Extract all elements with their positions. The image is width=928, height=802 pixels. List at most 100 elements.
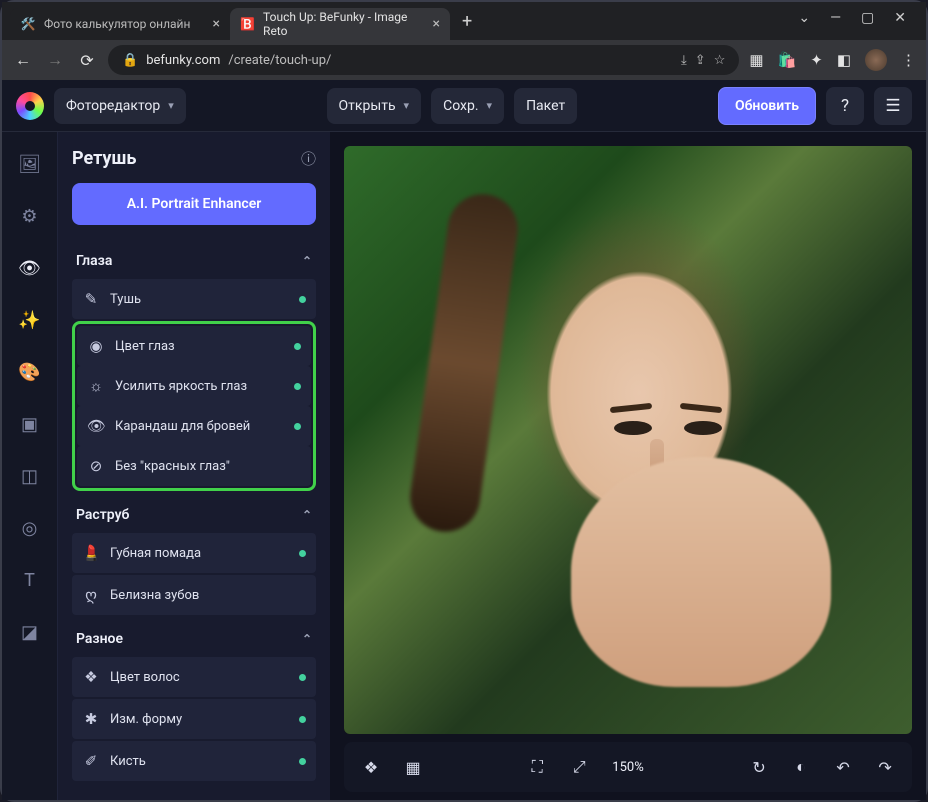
rail-effects-icon[interactable]: ✨ <box>14 304 46 336</box>
chevron-down-icon: ▾ <box>487 99 493 112</box>
back-button[interactable]: ← <box>12 50 34 70</box>
sidepanel-icon[interactable]: ◧ <box>837 51 851 69</box>
section-title: Глаза <box>76 253 112 269</box>
premium-dot-icon <box>299 550 306 557</box>
layers-icon[interactable]: ❖ <box>356 758 386 777</box>
tab-active[interactable]: 🅱️ Touch Up: BeFunky - Image Reto × <box>230 8 450 40</box>
brightness-icon: ☼ <box>87 377 105 395</box>
kebab-menu-icon[interactable]: ⋮ <box>901 51 916 69</box>
editor-mode-label: Фоторедактор <box>66 98 160 114</box>
batch-button[interactable]: Пакет <box>514 88 577 124</box>
section-header-mouth[interactable]: Раструб ⌃ <box>72 497 316 533</box>
rail-text-icon[interactable]: T <box>14 564 46 596</box>
ai-portrait-enhancer-button[interactable]: A.I. Portrait Enhancer <box>72 183 316 225</box>
section-header-misc[interactable]: Разное ⌃ <box>72 621 316 657</box>
tool-label: Губная помада <box>110 546 201 561</box>
save-dropdown[interactable]: Сохр. ▾ <box>431 88 504 124</box>
highlight-box: ◉ Цвет глаз ☼ Усилить яркость глаз 👁 Кар… <box>72 321 316 491</box>
befunky-logo[interactable] <box>16 92 44 120</box>
rail-sliders-icon[interactable]: ⚙ <box>14 200 46 232</box>
close-icon[interactable]: × <box>213 16 220 32</box>
tool-lipstick[interactable]: 💄 Губная помада <box>72 533 316 573</box>
tool-mascara[interactable]: ✎ Тушь <box>72 279 316 319</box>
app-toolbar: Фоторедактор ▾ Открыть ▾ Сохр. ▾ Пакет О… <box>2 80 926 132</box>
maximize-icon[interactable]: ▢ <box>861 10 874 26</box>
rail-image-icon[interactable]: 🖼 <box>14 148 46 180</box>
new-tab-button[interactable]: + <box>450 5 484 38</box>
star-icon[interactable]: ☆ <box>714 53 726 68</box>
editor-mode-dropdown[interactable]: Фоторедактор ▾ <box>54 88 186 124</box>
eyebrow-icon: 👁 <box>87 417 105 435</box>
tool-teeth-whiten[interactable]: ღ Белизна зубов <box>72 575 316 615</box>
compare-icon[interactable]: ◐ <box>786 757 816 777</box>
fit-icon[interactable]: ⤢ <box>564 757 594 777</box>
tool-brush[interactable]: ✐ Кисть <box>72 741 316 781</box>
tab-inactive[interactable]: 🛠️ Фото калькулятор онлайн × <box>10 8 230 40</box>
tool-rail: 🖼 ⚙ 👁 ✨ 🎨 ▣ ◫ ◎ T ◪ <box>2 132 58 800</box>
premium-dot-icon <box>294 343 301 350</box>
chevron-up-icon: ⌃ <box>302 508 312 522</box>
info-icon[interactable]: ⓘ <box>301 148 316 169</box>
close-icon[interactable]: × <box>433 16 440 32</box>
share-icon[interactable]: ⇪ <box>695 53 706 68</box>
tool-label: Цвет глаз <box>115 339 175 354</box>
menu-button[interactable]: ☰ <box>874 87 912 125</box>
extensions-puzzle-icon[interactable]: ✦ <box>810 51 823 69</box>
reload-button[interactable]: ⟳ <box>76 51 98 70</box>
update-label: Обновить <box>735 98 799 114</box>
rail-frames-icon[interactable]: ▣ <box>14 408 46 440</box>
hamburger-icon: ☰ <box>885 96 900 116</box>
befunky-favicon-icon: 🅱️ <box>240 16 255 32</box>
extension-shop-icon[interactable]: 🛍️ <box>778 51 797 69</box>
rail-graphics-icon[interactable]: ◫ <box>14 460 46 492</box>
fullscreen-icon[interactable]: ⛶ <box>522 757 552 777</box>
open-dropdown[interactable]: Открыть ▾ <box>327 88 422 124</box>
rail-touchup-icon[interactable]: 👁 <box>14 252 46 284</box>
chevron-up-icon: ⌃ <box>302 632 312 646</box>
lock-icon: 🔒 <box>122 53 138 68</box>
forward-button[interactable]: → <box>44 50 66 70</box>
reset-icon[interactable]: ↻ <box>744 758 774 777</box>
undo-icon[interactable]: ↶ <box>828 758 858 777</box>
tab-title: Фото калькулятор онлайн <box>44 17 190 31</box>
update-button[interactable]: Обновить <box>718 87 816 125</box>
tool-label: Изм. форму <box>110 712 182 727</box>
tool-label: Цвет волос <box>110 670 180 685</box>
canvas-area: ❖ ▦ ⛶ ⤢ 150% ↻ ◐ ↶ ↷ <box>330 132 926 800</box>
addressbar-actions: ▦ 🛍️ ✦ ◧ ⋮ <box>749 49 916 71</box>
rail-artsy-icon[interactable]: 🎨 <box>14 356 46 388</box>
tool-red-eye[interactable]: ⊘ Без "красных глаз" <box>77 446 311 486</box>
close-window-icon[interactable]: ✕ <box>894 10 906 26</box>
batch-label: Пакет <box>526 98 565 114</box>
tool-eyebrow-pencil[interactable]: 👁 Карандаш для бровей <box>77 406 311 446</box>
image-canvas[interactable] <box>344 146 912 734</box>
url-host: befunky.com <box>146 53 220 68</box>
tool-reshape[interactable]: ✱ Изм. форму <box>72 699 316 739</box>
brush-icon: ✐ <box>82 752 100 770</box>
section-header-eyes[interactable]: Глаза ⌃ <box>72 243 316 279</box>
help-button[interactable]: ? <box>826 87 864 125</box>
browser-addressbar: ← → ⟳ 🔒 befunky.com/create/touch-up/ ⤓ ⇪… <box>2 40 926 80</box>
tool-label: Белизна зубов <box>110 588 199 603</box>
url-input[interactable]: 🔒 befunky.com/create/touch-up/ ⤓ ⇪ ☆ <box>108 45 739 75</box>
no-red-eye-icon: ⊘ <box>87 457 105 475</box>
panel-header: Ретушь ⓘ <box>72 148 316 169</box>
install-app-icon[interactable]: ⤓ <box>681 53 687 68</box>
grid-icon[interactable]: ▦ <box>398 758 428 777</box>
touchup-panel: Ретушь ⓘ A.I. Portrait Enhancer Глаза ⌃ … <box>58 132 330 800</box>
chevron-down-icon[interactable]: ⌄ <box>798 10 810 26</box>
tool-label: Без "красных глаз" <box>115 459 230 474</box>
profile-avatar[interactable] <box>865 49 887 71</box>
rail-overlays-icon[interactable]: ◎ <box>14 512 46 544</box>
window-controls: ⌄ — ▢ ✕ <box>798 10 918 32</box>
section-misc: Разное ⌃ ❖ Цвет волос ✱ Изм. форму ✐ Кис… <box>72 621 316 781</box>
tool-eye-color[interactable]: ◉ Цвет глаз <box>77 326 311 366</box>
tool-eye-brighten[interactable]: ☼ Усилить яркость глаз <box>77 366 311 406</box>
tool-hair-color[interactable]: ❖ Цвет волос <box>72 657 316 697</box>
rail-textures-icon[interactable]: ◪ <box>14 616 46 648</box>
minimize-icon[interactable]: — <box>830 10 841 26</box>
redo-icon[interactable]: ↷ <box>870 758 900 777</box>
extension-icon[interactable]: ▦ <box>749 51 763 69</box>
section-mouth: Раструб ⌃ 💄 Губная помада ღ Белизна зубо… <box>72 497 316 615</box>
zoom-value[interactable]: 150% <box>606 760 649 775</box>
